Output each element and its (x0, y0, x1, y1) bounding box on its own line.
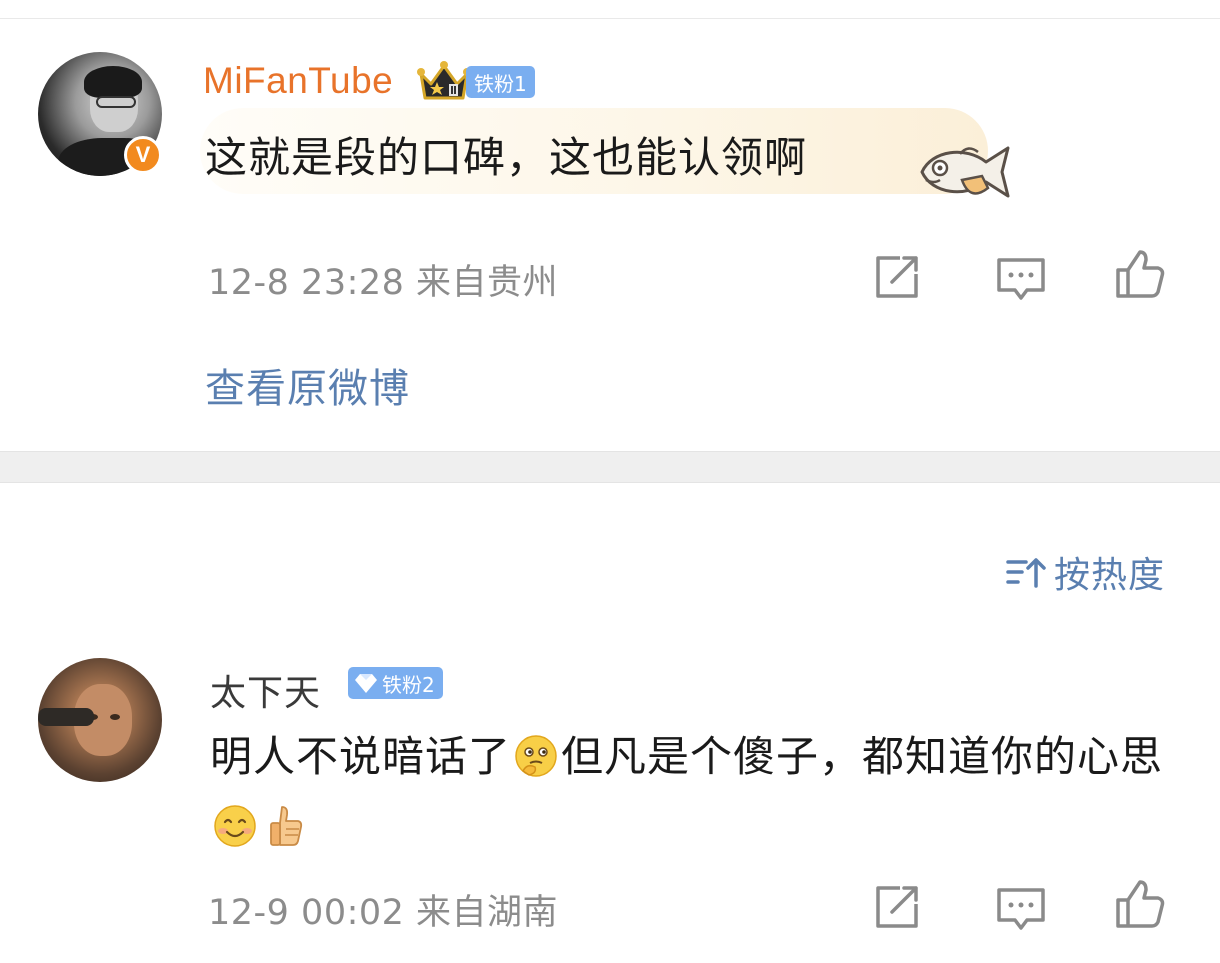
crown-icon (417, 61, 471, 100)
username[interactable]: MiFanTube (203, 60, 393, 102)
share-icon[interactable] (870, 252, 922, 304)
sort-label: 按热度 (1054, 555, 1166, 596)
comment-icon[interactable] (995, 882, 1047, 934)
fish-sticker-icon (920, 146, 1010, 198)
share-icon[interactable] (870, 882, 922, 934)
fan-badge: 铁粉1 (466, 66, 535, 98)
section-divider (0, 451, 1220, 483)
fan-badge-label: 铁粉1 (474, 71, 527, 96)
comment-meta: 12-9 00:02 来自湖南 (208, 893, 559, 933)
thumbs-up-emoji-icon (270, 806, 303, 846)
smile-emoji-icon (214, 805, 256, 847)
comment-text: 明人不说暗话了 但凡是个傻子，都知道你的心思 (210, 722, 1200, 862)
avatar[interactable] (38, 658, 162, 782)
top-divider (0, 18, 1220, 19)
diamond-icon (355, 674, 377, 693)
fan-badge-label: 铁粉2 (382, 672, 435, 697)
sort-button[interactable]: 按热度 (1006, 546, 1165, 598)
comment-text-part1: 明人不说暗话了 (210, 732, 512, 781)
username[interactable]: 太下天 (210, 664, 321, 716)
comment-icon[interactable] (995, 252, 1047, 304)
thumbs-up-icon[interactable] (1114, 878, 1166, 930)
thinking-emoji-icon (515, 735, 557, 777)
comment-text: 这就是段的口碑，这也能认领啊 (205, 133, 808, 182)
comment-meta: 12-8 23:28 来自贵州 (208, 263, 559, 303)
sort-icon (1006, 558, 1046, 588)
thumbs-up-icon[interactable] (1114, 248, 1166, 300)
verified-badge: V (124, 136, 162, 174)
comment-text-part2: 但凡是个傻子，都知道你的心思 (561, 732, 1164, 781)
fan-badge: 铁粉2 (348, 667, 443, 699)
view-original-link[interactable]: 查看原微博 (205, 356, 410, 414)
